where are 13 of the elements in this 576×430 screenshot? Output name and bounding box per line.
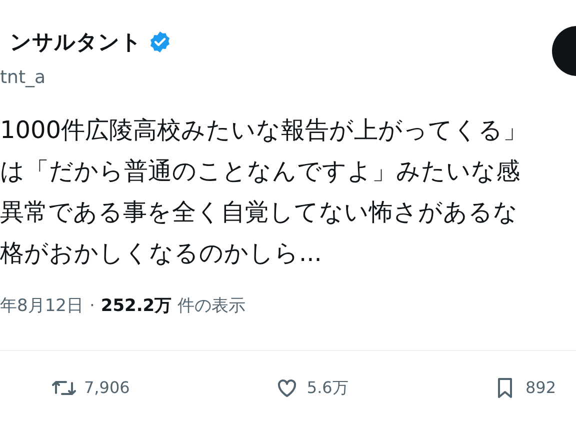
post-text-line: 1000件広陵高校みたいな報告が上がってくる」	[0, 115, 528, 146]
views-label: 件の表示	[178, 295, 246, 318]
post-date: 年8月12日	[0, 295, 84, 318]
like-button[interactable]: 5.6万	[274, 376, 348, 400]
bookmark-button[interactable]: 892	[493, 376, 556, 400]
separator-dot: ·	[89, 295, 95, 318]
post-text-line: 格がおかしくなるのかしら...	[0, 238, 322, 269]
author-name: ンサルタント	[10, 29, 142, 56]
view-count: 252.2万	[100, 295, 172, 318]
repost-button[interactable]: 7,906	[52, 376, 130, 400]
post-text-line: 異常である事を全く自覚してない怖さがあるな	[0, 197, 518, 228]
author-handle: tnt_a	[0, 66, 46, 90]
post-text-line: は「だから普通のことなんですよ」みたいな感	[0, 156, 520, 187]
